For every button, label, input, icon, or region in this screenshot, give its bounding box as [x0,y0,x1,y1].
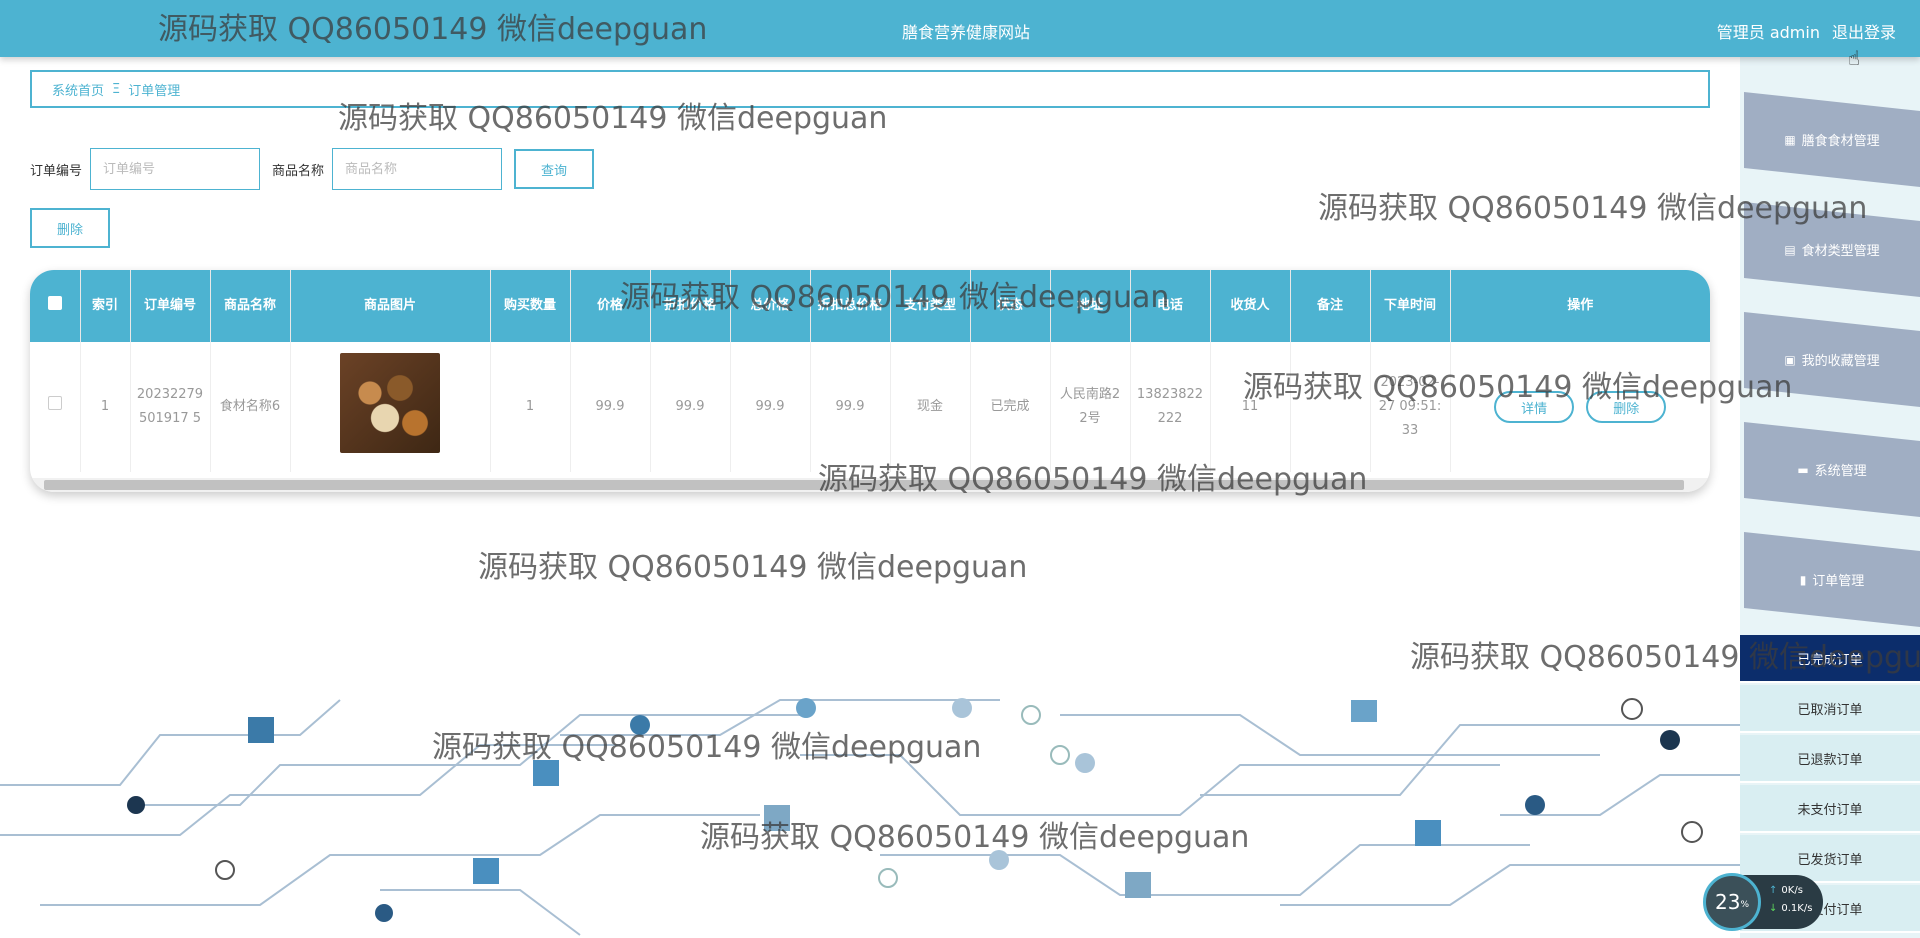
sidebar-item-food-type-management[interactable]: ▤ 食材类型管理 [1744,202,1920,297]
search-form: 订单编号 商品名称 查询 [30,148,595,190]
user-label: 管理员 admin [1716,23,1820,42]
cell-phone: 13823822222 [1130,342,1211,472]
cell-pay-type: 现金 [890,342,971,472]
column-header: 支付类型 [890,270,971,342]
upload-unit: K/s [1787,885,1803,896]
column-header: 状态 [970,270,1051,342]
download-unit: K/s [1797,903,1813,914]
percent-unit: % [1740,900,1749,910]
cell-actions: 详情 删除 [1450,342,1710,472]
column-header: 价格 [570,270,651,342]
sidebar-item-label: 膳食食材管理 [1801,134,1880,149]
cell-product-name: 食材名称6 [210,342,291,472]
submenu-unpaid-orders[interactable]: 未支付订单 [1740,785,1920,833]
column-header: 电话 [1130,270,1211,342]
product-name-input[interactable] [332,148,503,190]
briefcase-icon: ▣ [1784,352,1796,367]
product-name-label: 商品名称 [272,163,325,179]
circuit-background-image [0,698,1740,936]
submenu-completed-orders[interactable]: 已完成订单 [1740,635,1920,683]
cell-price: 99.9 [570,342,651,472]
table-row: 1 20232279501917 5 食材名称6 1 99.9 99.9 99.… [30,342,1710,472]
scrollbar-thumb[interactable] [44,480,1684,490]
download-value: 0.1 [1781,903,1798,914]
column-header: 折扣总价格 [810,270,891,342]
cpu-percent-circle: 23% [1703,873,1761,931]
query-button[interactable]: 查询 [514,149,595,189]
column-header: 收货人 [1210,270,1291,342]
cell-order-no: 20232279501917 5 [130,342,211,472]
column-header: 商品名称 [210,270,291,342]
breadcrumb: 系统首页 Ξ 订单管理 [30,70,1710,108]
upload-arrow-icon: ↑ [1769,885,1778,896]
right-sidebar: ▦ 膳食食材管理 ▤ 食材类型管理 ▣ 我的收藏管理 ▬ 系统管理 ▮ 订单管理… [1740,57,1920,938]
grid-icon: ▦ [1784,132,1796,147]
product-image [340,352,440,453]
mouse-cursor-icon: ☝ [1847,46,1860,70]
cell-address: 人民南路22号 [1050,342,1131,472]
column-header: 购买数量 [490,270,571,342]
cell-index: 1 [80,342,131,472]
user-area: 管理员 admin 退出登录 [1717,19,1896,43]
detail-button[interactable]: 详情 [1494,391,1575,423]
cell-status: 已完成 [970,342,1051,472]
cell-receiver: 11 [1210,342,1291,472]
cell-note [1290,342,1371,472]
sidebar-item-label: 订单管理 [1812,574,1865,589]
cell-discount-price: 99.9 [650,342,731,472]
sidebar-item-label: 食材类型管理 [1801,244,1880,259]
breadcrumb-home[interactable]: 系统首页 [52,80,104,99]
sidebar-item-label: 系统管理 [1814,464,1867,479]
sidebar-item-label: 我的收藏管理 [1801,354,1880,369]
download-speed: ↓ 0.1K/s [1769,903,1812,914]
site-title: 膳食营养健康网站 [901,23,1030,42]
select-all-checkbox[interactable] [47,295,62,310]
sidebar-item-order-management[interactable]: ▮ 订单管理 [1744,532,1920,627]
watermark-text: 源码获取 QQ86050149 微信deepguan [478,550,1028,585]
column-header: 操作 [1567,298,1594,313]
order-no-input[interactable] [90,148,261,190]
sidebar-item-favorites-management[interactable]: ▣ 我的收藏管理 [1744,312,1920,407]
row-select-cell[interactable] [30,342,81,472]
column-header: 备注 [1290,270,1371,342]
monitor-icon: ▬ [1797,462,1809,477]
cpu-percent: 23 [1714,890,1741,914]
download-arrow-icon: ↓ [1769,903,1778,914]
clipboard-icon: ▤ [1784,242,1796,257]
cell-product-image [290,342,491,472]
row-checkbox[interactable] [47,396,62,410]
order-no-label: 订单编号 [30,163,83,179]
orders-table: 索引 订单编号 商品名称 商品图片 购买数量 价格 折扣价格 总价格 折扣总价格… [30,270,1710,492]
column-header: 总价格 [730,270,811,342]
sidebar-item-system-management[interactable]: ▬ 系统管理 [1744,422,1920,517]
column-header: 索引 [80,270,131,342]
column-header: 地址 [1050,270,1131,342]
submenu-cancelled-orders[interactable]: 已取消订单 [1740,685,1920,733]
sidebar-item-food-management[interactable]: ▦ 膳食食材管理 [1744,92,1920,187]
column-header: 折扣价格 [650,270,731,342]
column-header: 订单编号 [130,270,211,342]
top-header-bar: 膳食营养健康网站 管理员 admin 退出登录 [0,0,1920,57]
network-speed-widget[interactable]: 23% ↑ 0K/s ↓ 0.1K/s [1703,873,1823,931]
horizontal-scrollbar[interactable] [30,478,1710,492]
column-header: 下单时间 [1370,270,1451,342]
bulk-delete-button[interactable]: 删除 [30,208,110,248]
cell-discount-total: 99.9 [810,342,891,472]
row-delete-button[interactable]: 删除 [1586,391,1667,423]
logout-link[interactable]: 退出登录 [1832,19,1896,43]
table-header-row: 索引 订单编号 商品名称 商品图片 购买数量 价格 折扣价格 总价格 折扣总价格… [30,270,1710,342]
upload-speed: ↑ 0K/s [1769,885,1803,896]
bar-chart-icon: ▮ [1799,572,1807,587]
breadcrumb-separator: Ξ [112,81,121,97]
cell-quantity: 1 [490,342,571,472]
column-header: 商品图片 [290,270,491,342]
cell-order-time: 2023-02-27 09:51:33 [1370,342,1451,472]
select-all-header[interactable] [30,270,81,342]
cell-total-price: 99.9 [730,342,811,472]
submenu-refunded-orders[interactable]: 已退款订单 [1740,735,1920,783]
breadcrumb-current: 订单管理 [128,83,181,99]
